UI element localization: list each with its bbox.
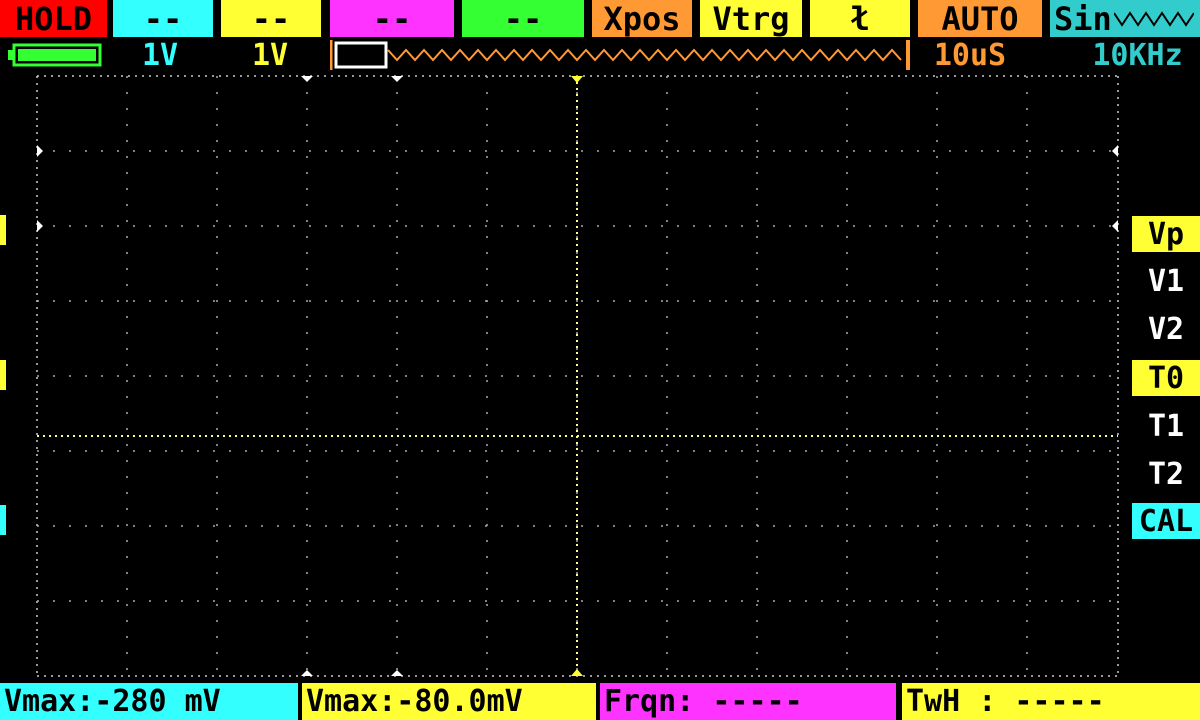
cursor-top-marker [301,76,313,82]
level-left-marker [37,145,43,157]
cursor-bottom-marker [301,670,313,676]
cursor-bottom-marker [391,670,403,676]
measure-vmax-b[interactable]: Vmax:-80.0mV [302,683,596,720]
menu-v1[interactable]: V1 [1132,263,1200,299]
channel-c-marker [0,360,6,390]
menu-cal[interactable]: CAL [1132,503,1200,539]
measure-frequency[interactable]: Frqn: ----- [600,683,896,720]
menu-t2[interactable]: T2 [1132,456,1200,492]
trigger-bottom-marker [571,669,583,676]
channel-a-marker [0,505,6,535]
menu-t1[interactable]: T1 [1132,408,1200,444]
level-right-marker [1112,145,1118,157]
trigger-top-marker [571,76,583,83]
measure-vmax-a[interactable]: Vmax:-280 mV [0,683,298,720]
channel-b-marker [0,215,6,245]
menu-v2[interactable]: V2 [1132,311,1200,347]
cursor-top-marker [391,76,403,82]
menu-t0[interactable]: T0 [1132,360,1200,396]
oscilloscope-grid [36,75,1119,677]
measure-twh[interactable]: TwH : ----- [902,683,1200,720]
level-right-marker [1112,220,1118,232]
menu-vp[interactable]: Vp [1132,216,1200,252]
level-left-marker [37,220,43,232]
